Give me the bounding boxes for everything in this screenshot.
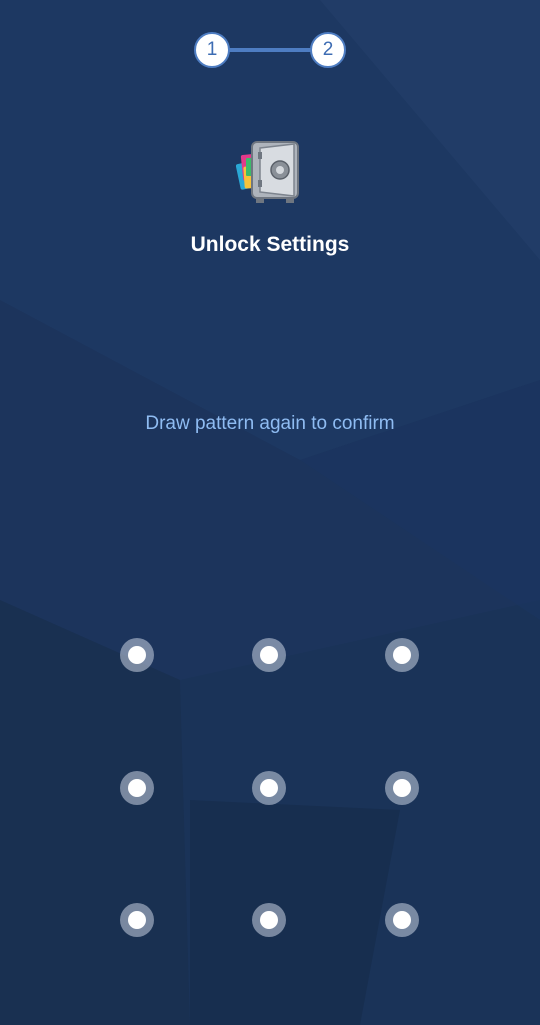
pattern-dot-5[interactable] [252,771,286,805]
pattern-dot-9[interactable] [385,903,419,937]
pattern-dot-4[interactable] [120,771,154,805]
pattern-dot-2[interactable] [252,638,286,672]
pattern-lock-grid[interactable] [0,0,540,1025]
pattern-dot-1[interactable] [120,638,154,672]
pattern-dot-7[interactable] [120,903,154,937]
pattern-dot-3[interactable] [385,638,419,672]
pattern-dot-8[interactable] [252,903,286,937]
pattern-dot-6[interactable] [385,771,419,805]
